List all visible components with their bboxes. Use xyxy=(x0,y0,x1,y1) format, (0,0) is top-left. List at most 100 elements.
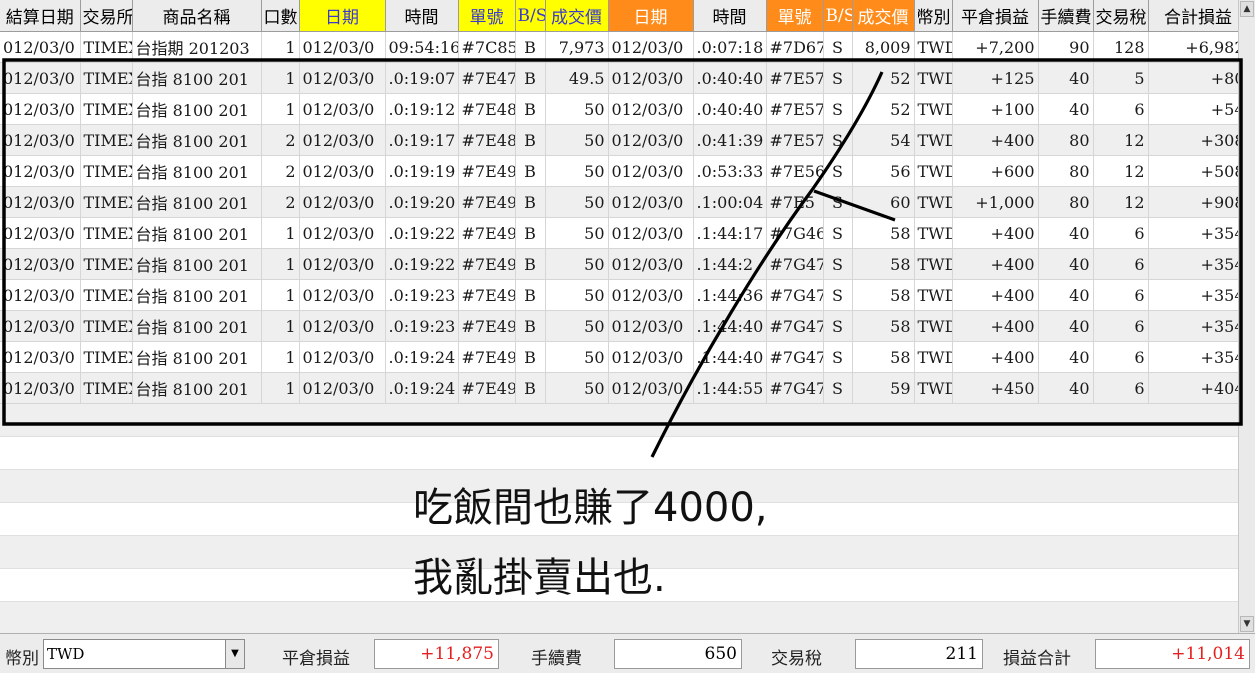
cell-currency: TWD xyxy=(914,310,953,342)
col-header-open-date[interactable]: 日期 xyxy=(299,0,386,32)
col-header-fee[interactable]: 手續費 xyxy=(1038,0,1094,32)
col-header-product[interactable]: 商品名稱 xyxy=(132,0,262,32)
table-row[interactable]: 012/03/0TIMEX台指期 2012031012/03/009:54:16… xyxy=(0,31,1238,63)
table-row[interactable]: 012/03/0TIMEX台指 8100 2012012/03/0.0:19:2… xyxy=(0,186,1238,218)
col-header-close-order-no[interactable]: 單號 xyxy=(766,0,824,32)
cell-close-date: 012/03/0 xyxy=(608,124,694,156)
cell-close-order-no: #7G477 xyxy=(766,372,824,404)
cell-open-order-no: #7C856 xyxy=(458,31,516,63)
table-row[interactable]: 012/03/0TIMEX台指 8100 2011012/03/0.0:19:2… xyxy=(0,279,1238,311)
cell-open-date: 012/03/0 xyxy=(299,186,386,218)
vertical-scrollbar[interactable]: ▲ ▼ xyxy=(1238,0,1255,633)
col-header-lots[interactable]: 口數 xyxy=(261,0,300,32)
cell-open-price: 50 xyxy=(545,279,609,311)
cell-open-date: 012/03/0 xyxy=(299,310,386,342)
table-row[interactable]: 012/03/0TIMEX台指 8100 2011012/03/0.0:19:2… xyxy=(0,341,1238,373)
table-row[interactable]: 012/03/0TIMEX台指 8100 2011012/03/0.0:19:2… xyxy=(0,372,1238,404)
cell-open-order-no: #7E497 xyxy=(458,279,516,311)
cell-open-time: .0:19:23 xyxy=(385,310,459,342)
cell-fee: 80 xyxy=(1038,124,1094,156)
cell-open-bs: B xyxy=(515,248,546,280)
cell-exchange: TIMEX xyxy=(80,248,133,280)
cell-close-order-no: #7E5 xyxy=(766,186,824,218)
table-row[interactable]: 012/03/0TIMEX台指 8100 2011012/03/0.0:19:2… xyxy=(0,248,1238,280)
annotation-note-line-2: 我亂掛賣出也. xyxy=(413,555,666,601)
col-header-close-bs[interactable]: B/S xyxy=(823,0,853,32)
summary-bar: 幣別 TWD ▼ 平倉損益 +11,875 手續費 650 交易稅 211 損益… xyxy=(0,633,1255,673)
cell-open-order-no: #7E496 xyxy=(458,217,516,249)
cell-total-pl: +6,982 xyxy=(1148,31,1238,63)
cell-currency: TWD xyxy=(914,186,953,218)
col-header-close-time[interactable]: 時間 xyxy=(693,0,767,32)
cell-settle-date: 012/03/0 xyxy=(0,31,81,63)
cell-open-time: .0:19:19 xyxy=(385,155,459,187)
cell-lots: 1 xyxy=(261,310,300,342)
col-header-currency[interactable]: 幣別 xyxy=(914,0,953,32)
fee-field: 650 xyxy=(614,639,742,669)
cell-close-date: 012/03/0 xyxy=(608,217,694,249)
cell-currency: TWD xyxy=(914,372,953,404)
cell-close-order-no: #7G474 xyxy=(766,279,824,311)
col-header-open-order-no[interactable]: 單號 xyxy=(458,0,516,32)
cell-product: 台指 8100 201 xyxy=(132,248,262,280)
cell-lots: 2 xyxy=(261,155,300,187)
col-header-total-pl[interactable]: 合計損益 xyxy=(1148,0,1238,32)
col-header-close-price[interactable]: 成交價 xyxy=(852,0,915,32)
col-header-exchange[interactable]: 交易所 xyxy=(80,0,133,32)
currency-select[interactable]: TWD ▼ xyxy=(43,639,245,669)
cell-open-bs: B xyxy=(515,155,546,187)
cell-product: 台指 8100 201 xyxy=(132,93,262,125)
cell-tax: 12 xyxy=(1093,186,1149,218)
cell-open-bs: B xyxy=(515,186,546,218)
tax-field: 211 xyxy=(855,639,983,669)
cell-tax: 6 xyxy=(1093,217,1149,249)
cell-fee: 40 xyxy=(1038,62,1094,94)
cell-close-date: 012/03/0 xyxy=(608,248,694,280)
cell-close-pl: +450 xyxy=(952,372,1039,404)
table-row[interactable]: 012/03/0TIMEX台指 8100 2011012/03/0.0:19:1… xyxy=(0,93,1238,125)
cell-close-pl: +600 xyxy=(952,155,1039,187)
col-header-open-time[interactable]: 時間 xyxy=(385,0,459,32)
cell-close-bs: S xyxy=(823,279,853,311)
dropdown-arrow-icon[interactable]: ▼ xyxy=(225,640,244,668)
cell-close-order-no: #7E574 xyxy=(766,124,824,156)
empty-row xyxy=(0,404,1238,437)
cell-close-pl: +400 xyxy=(952,279,1039,311)
cell-close-pl: +400 xyxy=(952,124,1039,156)
cell-open-time: 09:54:16 xyxy=(385,31,459,63)
table-row[interactable]: 012/03/0TIMEX台指 8100 2011012/03/0.0:19:2… xyxy=(0,310,1238,342)
col-header-settle-date[interactable]: 結算日期 xyxy=(0,0,81,32)
cell-currency: TWD xyxy=(914,248,953,280)
cell-close-bs: S xyxy=(823,93,853,125)
cell-close-time: .0:41:39 xyxy=(693,124,767,156)
table-row[interactable]: 012/03/0TIMEX台指 8100 2012012/03/0.0:19:1… xyxy=(0,155,1238,187)
cell-exchange: TIMEX xyxy=(80,93,133,125)
scroll-down-arrow-icon[interactable]: ▼ xyxy=(1240,616,1254,632)
col-header-close-pl[interactable]: 平倉損益 xyxy=(952,0,1039,32)
cell-close-time: .1:44:2 xyxy=(693,248,767,280)
cell-product: 台指 8100 201 xyxy=(132,217,262,249)
cell-close-price: 56 xyxy=(852,155,915,187)
col-header-close-date[interactable]: 日期 xyxy=(608,0,694,32)
table-row[interactable]: 012/03/0TIMEX台指 8100 2012012/03/0.0:19:1… xyxy=(0,124,1238,156)
cell-close-pl: +100 xyxy=(952,93,1039,125)
cell-close-date: 012/03/0 xyxy=(608,279,694,311)
scroll-up-arrow-icon[interactable]: ▲ xyxy=(1240,1,1254,17)
col-header-tax[interactable]: 交易稅 xyxy=(1093,0,1149,32)
cell-close-time: .0:40:40 xyxy=(693,62,767,94)
cell-open-bs: B xyxy=(515,310,546,342)
cell-close-price: 60 xyxy=(852,186,915,218)
table-row[interactable]: 012/03/0TIMEX台指 8100 2011012/03/0.0:19:2… xyxy=(0,217,1238,249)
cell-open-order-no: #7E498 xyxy=(458,372,516,404)
col-header-open-price[interactable]: 成交價 xyxy=(545,0,609,32)
col-header-open-bs[interactable]: B/S xyxy=(515,0,546,32)
cell-close-order-no: #7E579 xyxy=(766,93,824,125)
cell-tax: 12 xyxy=(1093,155,1149,187)
cell-open-bs: B xyxy=(515,124,546,156)
cell-close-pl: +125 xyxy=(952,62,1039,94)
cell-open-time: .0:19:24 xyxy=(385,372,459,404)
cell-tax: 6 xyxy=(1093,310,1149,342)
cell-open-price: 50 xyxy=(545,155,609,187)
cell-open-price: 50 xyxy=(545,248,609,280)
table-row[interactable]: 012/03/0TIMEX台指 8100 2011012/03/0.0:19:0… xyxy=(0,62,1238,94)
